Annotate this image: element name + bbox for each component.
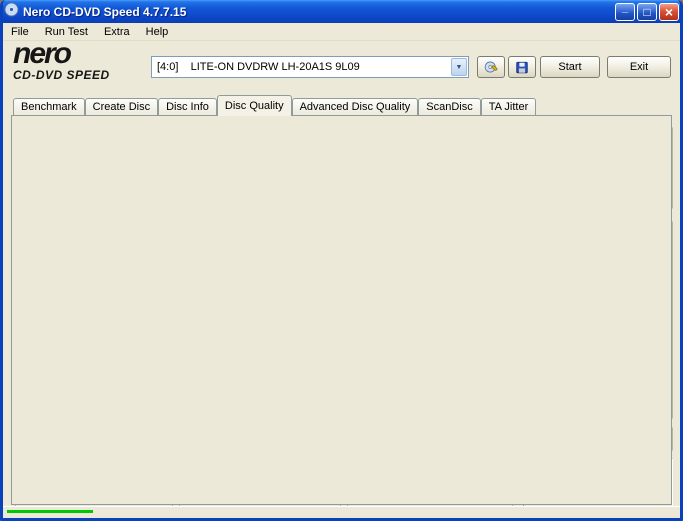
window-title: Nero CD-DVD Speed 4.7.7.15 <box>23 4 187 19</box>
floppy-disk-icon <box>516 61 528 73</box>
disc-pen-icon <box>484 61 498 73</box>
maximize-button[interactable] <box>637 2 657 21</box>
tab-benchmark[interactable]: Benchmark <box>13 98 85 116</box>
nero-logo: nero CD-DVD SPEED <box>13 37 149 88</box>
nero-logo-subtitle: CD-DVD SPEED <box>13 68 110 82</box>
tab-disc-info[interactable]: Disc Info <box>158 98 217 116</box>
nero-logo-wordmark: nero <box>13 37 72 70</box>
app-icon <box>4 1 19 22</box>
save-button[interactable] <box>508 56 536 78</box>
drive-select-value: [4:0] LITE-ON DVDRW LH-20A1S 9L09 <box>157 61 360 73</box>
tab-create-disc[interactable]: Create Disc <box>84 98 159 116</box>
disc-tool-button[interactable] <box>477 56 505 78</box>
tab-page <box>11 115 672 505</box>
status-bar <box>3 506 680 515</box>
drive-select[interactable]: [4:0] LITE-ON DVDRW LH-20A1S 9L09 <box>151 56 469 78</box>
chevron-down-icon[interactable] <box>451 58 467 76</box>
status-progress-indicator <box>7 510 93 513</box>
menu-help[interactable]: Help <box>138 24 177 40</box>
tab-strip: Benchmark Create Disc Disc Info Disc Qualit… <box>13 95 537 116</box>
exit-button[interactable]: Exit <box>607 56 671 78</box>
tab-disc-quality[interactable]: Disc Quality <box>216 95 292 116</box>
menu-extra[interactable]: Extra <box>96 24 138 40</box>
close-button[interactable] <box>659 2 679 21</box>
start-button[interactable]: Start <box>540 56 600 78</box>
app-window: Nero CD-DVD Speed 4.7.7.15 FileRun TestE… <box>0 0 683 521</box>
tab-ta-jitter[interactable]: TA Jitter <box>480 98 537 116</box>
minimize-button[interactable] <box>615 2 635 21</box>
menu-bar: File Run Test Extra Help <box>3 23 680 41</box>
title-bar: Nero CD-DVD Speed 4.7.7.15 <box>3 0 680 23</box>
tab-scandisc[interactable]: ScanDisc <box>418 98 481 116</box>
tab-advanced-disc-quality[interactable]: Advanced Disc Quality <box>291 98 419 116</box>
